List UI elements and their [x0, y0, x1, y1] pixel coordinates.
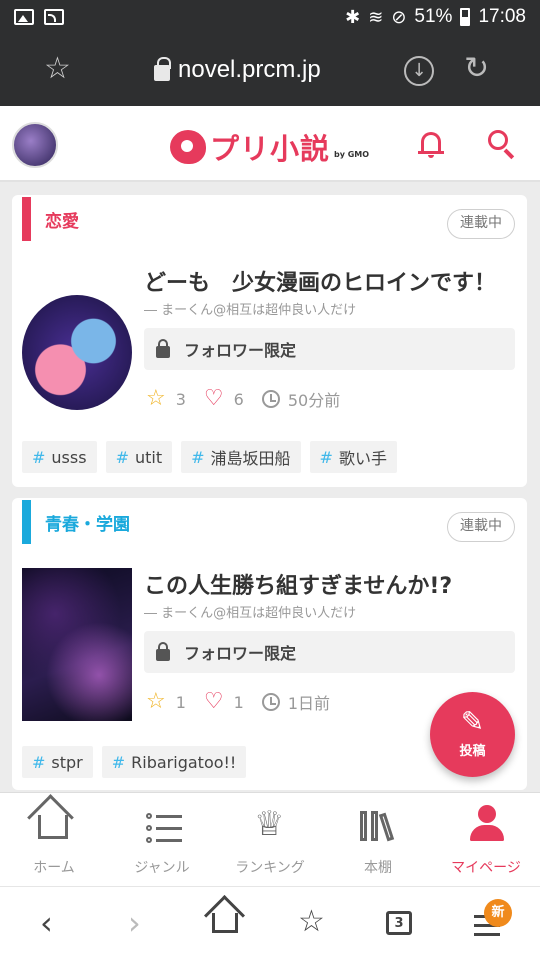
bookmark-star-icon[interactable]: ☆: [44, 54, 71, 84]
star-icon: ☆: [146, 386, 166, 411]
site-logo[interactable]: プリ小説 by GMO: [170, 126, 369, 168]
logo-text: プリ小説: [210, 132, 331, 166]
story-card[interactable]: 恋愛 連載中 どーも 少女漫画のヒロインです！ ― まーくん@相互は超仲良い人だ…: [12, 195, 527, 487]
genre-header: 青春・学園: [22, 500, 130, 544]
image-notification-icon: [14, 9, 34, 25]
tag[interactable]: # 浦島坂田船: [181, 441, 301, 473]
status-bar: ✱ ≋ ⊘ 51% 17:08: [0, 0, 540, 34]
app-header: プリ小説 by GMO: [0, 106, 540, 182]
person-icon: [470, 805, 504, 841]
address-bar[interactable]: novel.prcm.jp: [154, 56, 321, 84]
tag[interactable]: # Ribarigatoo!!: [101, 746, 247, 778]
follower-only-banner: フォロワー限定: [144, 631, 515, 673]
clock-icon: [261, 693, 280, 711]
restriction-label: フォロワー限定: [184, 341, 297, 360]
wifi-icon: ≋: [368, 7, 384, 27]
bluetooth-icon: ✱: [345, 7, 361, 27]
genre-label: 青春・学園: [45, 514, 130, 535]
genre-color-bar: [22, 197, 31, 241]
tab-bookshelf[interactable]: 本棚: [324, 793, 432, 886]
clock: 17:08: [478, 6, 526, 27]
follower-only-banner: フォロワー限定: [144, 328, 515, 370]
tab-genre[interactable]: ジャンル: [108, 793, 216, 886]
tab-label: ランキング: [235, 860, 305, 876]
new-badge: 新: [484, 899, 512, 927]
heart-icon: ♡: [203, 386, 224, 411]
tabs-icon[interactable]: 3: [386, 911, 412, 935]
tag[interactable]: # 歌い手: [309, 441, 397, 473]
heart-count: 1: [233, 692, 244, 712]
reload-icon[interactable]: ↻: [464, 54, 489, 84]
story-thumbnail[interactable]: [22, 295, 132, 410]
forward-icon[interactable]: ›: [128, 907, 141, 939]
story-thumbnail[interactable]: [22, 568, 132, 721]
tab-label: ホーム: [33, 860, 75, 876]
home-icon[interactable]: [212, 913, 238, 933]
heart-icon: ♡: [203, 689, 224, 714]
heart-count: 6: [233, 389, 244, 409]
lock-icon: [154, 57, 171, 81]
battery-icon: [460, 8, 471, 26]
tag-list: # usss # utit # 浦島坂田船 # 歌い手: [22, 441, 397, 473]
bookmarks-star-icon[interactable]: ☆: [298, 907, 325, 937]
story-stats: ☆ 1 ♡ 1 1日前: [146, 690, 348, 714]
bookshelf-icon: [360, 811, 396, 842]
story-author[interactable]: ― まーくん@相互は超仲良い人だけ: [144, 602, 356, 621]
browser-toolbar: ☆ novel.prcm.jp ↓ ↻: [0, 34, 540, 106]
user-avatar[interactable]: [12, 122, 58, 168]
tag-list: # stpr # Ribarigatoo!!: [22, 746, 247, 778]
battery-percent: 51%: [414, 6, 453, 27]
crown-icon: ♕: [254, 804, 285, 844]
clock-icon: [261, 390, 280, 408]
story-author[interactable]: ― まーくん@相互は超仲良い人だけ: [144, 299, 356, 318]
tab-label: マイページ: [451, 860, 521, 876]
lock-icon: [156, 338, 170, 358]
logo-sub: by GMO: [334, 149, 370, 159]
story-stats: ☆ 3 ♡ 6 50分前: [146, 387, 358, 411]
tab-ranking[interactable]: ♕ ランキング: [216, 793, 324, 886]
status-badge: 連載中: [447, 209, 515, 239]
story-title[interactable]: どーも 少女漫画のヒロインです！: [144, 265, 496, 297]
home-icon: [38, 815, 68, 839]
bottom-tab-bar: ホーム ジャンル ♕ ランキング 本棚 マイページ: [0, 792, 540, 886]
back-icon[interactable]: ‹: [40, 907, 53, 939]
list-icon: [146, 813, 182, 843]
do-not-disturb-icon: ⊘: [391, 7, 407, 27]
pencil-icon: ✎: [460, 705, 485, 738]
star-icon: ☆: [146, 689, 166, 714]
download-icon[interactable]: ↓: [404, 56, 434, 86]
restriction-label: フォロワー限定: [184, 644, 297, 663]
tag[interactable]: # stpr: [22, 746, 93, 778]
story-title[interactable]: この人生勝ち組すぎませんか!?: [144, 568, 452, 600]
tab-home[interactable]: ホーム: [0, 793, 108, 886]
updated-time: 50分前: [287, 391, 341, 410]
star-count: 3: [175, 389, 186, 409]
updated-time: 1日前: [287, 694, 331, 713]
post-button-label: 投稿: [459, 744, 486, 759]
tag[interactable]: # usss: [22, 441, 97, 473]
genre-header: 恋愛: [22, 197, 79, 241]
tab-label: 本棚: [364, 860, 392, 876]
post-button[interactable]: ✎ 投稿: [430, 692, 515, 777]
star-count: 1: [175, 692, 186, 712]
logo-mark-icon: [170, 130, 206, 164]
notification-bell-icon[interactable]: [418, 130, 444, 158]
genre-color-bar: [22, 500, 31, 544]
tab-mypage[interactable]: マイページ: [432, 793, 540, 886]
tag[interactable]: # utit: [105, 441, 173, 473]
tab-label: ジャンル: [134, 860, 190, 876]
status-badge: 連載中: [447, 512, 515, 542]
search-icon[interactable]: [488, 130, 516, 160]
lock-icon: [156, 641, 170, 661]
genre-label: 恋愛: [45, 211, 79, 232]
cast-icon: [44, 9, 64, 25]
url-text: novel.prcm.jp: [178, 56, 321, 83]
browser-nav-bar: ‹ › ☆ 3: [0, 886, 540, 960]
